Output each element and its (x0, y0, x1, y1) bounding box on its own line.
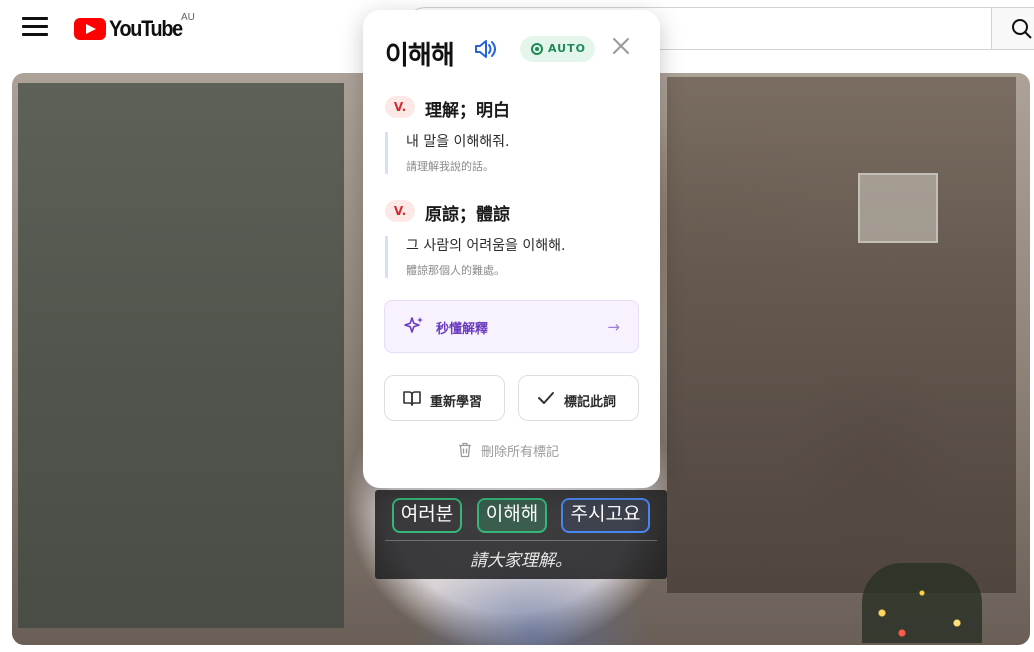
example-korean: 그 사람의 어려움을 이해해. (406, 238, 566, 254)
auto-toggle[interactable]: AUTO (520, 36, 595, 62)
sparkle-icon (404, 317, 423, 333)
mark-word-button[interactable]: 標記此詞 (518, 375, 639, 421)
mark-word-label: 標記此詞 (564, 395, 617, 410)
trash-icon (459, 442, 471, 458)
subtitle-word[interactable]: 주시고요 (561, 498, 650, 533)
relearn-label: 重新學習 (430, 395, 483, 410)
search-button[interactable] (991, 7, 1034, 50)
book-icon (403, 391, 421, 406)
subtitle-translation: 請大家理解。 (470, 551, 572, 571)
arrow-right-icon: → (607, 318, 620, 336)
definition: 原諒；體諒 (425, 205, 510, 225)
target-icon (531, 43, 543, 55)
blurred-region-left (18, 83, 344, 628)
example-korean: 내 말을 이해해줘. (406, 134, 510, 150)
blurred-region-right (667, 77, 1016, 593)
ai-explain-button[interactable]: 秒懂解釋 → (384, 300, 639, 353)
speaker-icon[interactable] (473, 37, 499, 61)
dictionary-popup: 이해해 AUTO V. 理解；明白 내 말을 이해해줘. 請理解我說的話。 V.… (363, 10, 660, 488)
christmas-tree (862, 563, 982, 643)
background-window (858, 173, 938, 243)
hamburger-menu-icon[interactable] (22, 17, 48, 39)
subtitle-overlay: 여러분 이해해 주시고요 請大家理解。 (375, 490, 667, 579)
example-translation: 請理解我說的話。 (406, 160, 494, 173)
example-block: 내 말을 이해해줘. 請理解我說的話。 (385, 132, 635, 174)
search-icon (1012, 19, 1032, 39)
definition: 理解；明白 (425, 101, 510, 121)
region-code: AU (181, 12, 195, 23)
close-icon[interactable] (611, 36, 631, 56)
delete-all-label: 刪除所有標記 (481, 445, 560, 460)
example-translation: 體諒那個人的難處。 (406, 264, 505, 277)
youtube-play-icon (74, 18, 106, 40)
pos-badge: V. (385, 200, 415, 222)
logo-text: YouTube (109, 16, 183, 41)
pos-badge: V. (385, 96, 415, 118)
relearn-button[interactable]: 重新學習 (384, 375, 505, 421)
example-block: 그 사람의 어려움을 이해해. 體諒那個人的難處。 (385, 236, 635, 278)
check-icon (538, 392, 554, 404)
auto-label: AUTO (548, 42, 586, 55)
subtitle-word[interactable]: 여러분 (392, 498, 462, 533)
subtitle-divider (385, 540, 657, 541)
youtube-logo[interactable]: YouTube (74, 14, 190, 44)
subtitle-word-selected[interactable]: 이해해 (477, 498, 547, 533)
ai-explain-label: 秒懂解釋 (436, 322, 489, 337)
popup-word: 이해해 (385, 41, 455, 71)
